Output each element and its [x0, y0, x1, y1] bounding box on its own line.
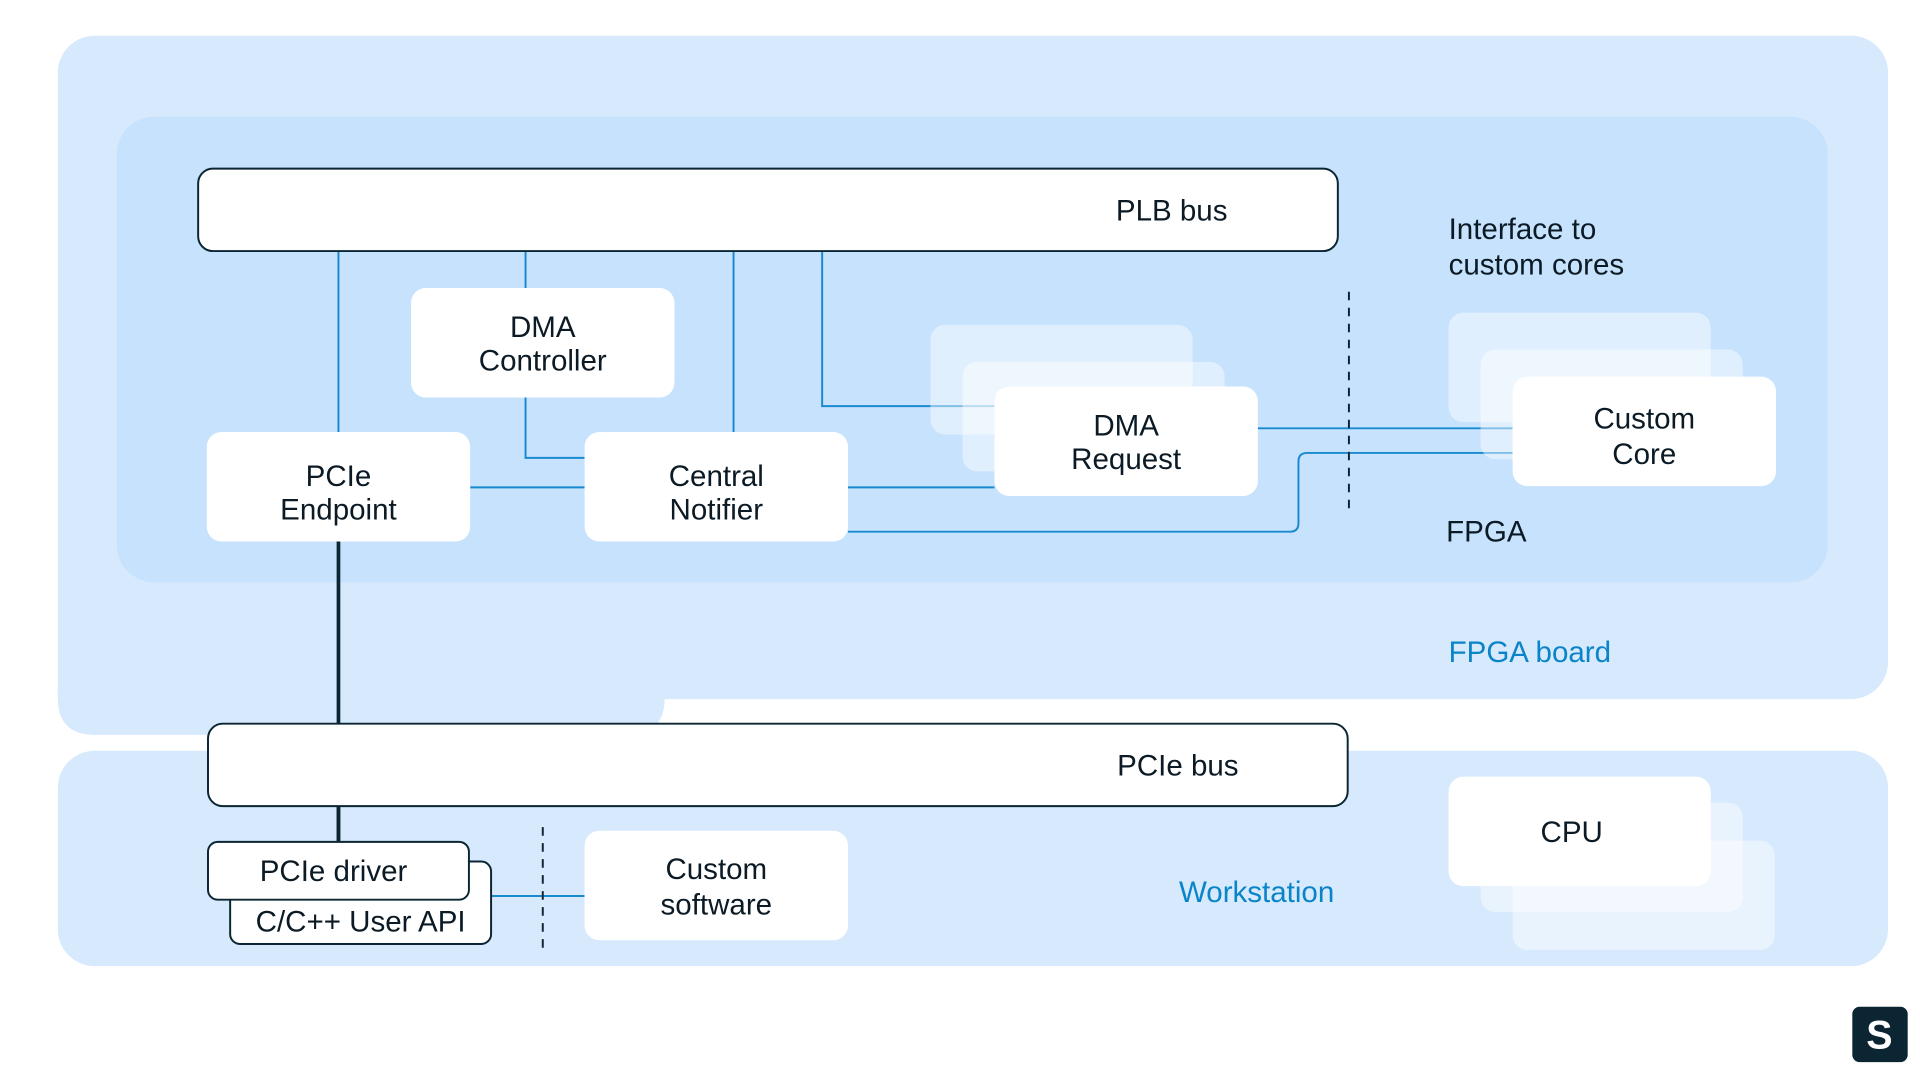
svg-text:S: S	[1866, 1014, 1892, 1058]
svg-text:Request: Request	[1071, 443, 1181, 476]
svg-text:software: software	[661, 888, 773, 921]
svg-text:Central: Central	[669, 460, 764, 493]
svg-text:Core: Core	[1612, 438, 1676, 471]
svg-text:CPU: CPU	[1541, 816, 1603, 849]
plb-bus-label: PLB bus	[1116, 194, 1228, 227]
svg-text:PCIe: PCIe	[306, 460, 372, 493]
svg-text:Custom: Custom	[1593, 402, 1695, 435]
svg-text:Endpoint: Endpoint	[280, 493, 397, 526]
svg-text:Custom: Custom	[665, 853, 767, 886]
custom-software-block: Custom software	[584, 830, 848, 941]
svg-text:DMA: DMA	[510, 311, 576, 344]
svg-text:Notifier: Notifier	[670, 493, 764, 526]
interface-label-2: custom cores	[1449, 248, 1625, 281]
workstation-label: Workstation	[1179, 876, 1334, 909]
svg-text:DMA: DMA	[1093, 410, 1159, 443]
fpga-board-label: FPGA board	[1449, 636, 1611, 669]
svg-text:C/C++ User API: C/C++ User API	[256, 906, 466, 939]
logo-icon: S	[1852, 1006, 1908, 1063]
svg-text:PCIe driver: PCIe driver	[260, 855, 408, 888]
plb-bus: PLB bus	[197, 167, 1339, 253]
central-notifier-block: Central Notifier	[584, 432, 848, 542]
interface-label: Interface to	[1449, 213, 1597, 246]
fpga-label: FPGA	[1446, 516, 1527, 549]
pcie-bus: PCIe bus	[207, 722, 1349, 808]
svg-text:Controller: Controller	[479, 344, 607, 377]
pcie-endpoint-block: PCIe Endpoint	[206, 432, 471, 542]
fpga-architecture-diagram: PLB bus DMA Controller PCIe Endpoint Cen…	[57, 35, 1908, 1063]
pcie-driver-block: PCIe driver	[207, 840, 470, 901]
dma-controller-block: DMA Controller	[411, 288, 675, 398]
pcie-bus-label: PCIe bus	[1117, 749, 1238, 782]
